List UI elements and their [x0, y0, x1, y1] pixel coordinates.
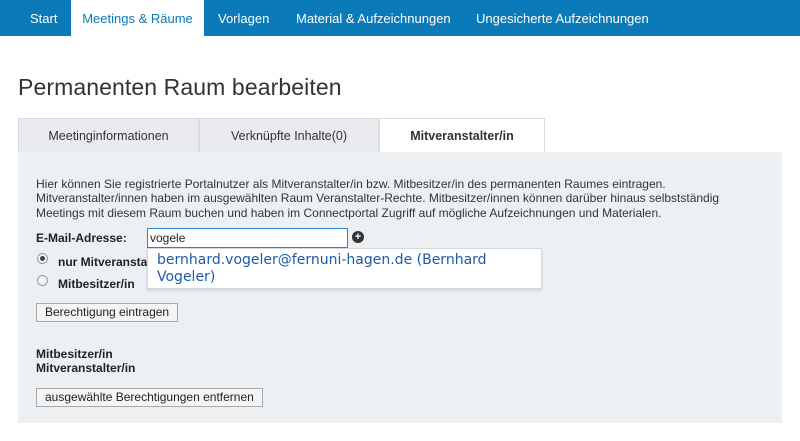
autocomplete-suggestion[interactable]: bernhard.vogeler@fernuni-hagen.de (Bernh…: [147, 248, 542, 289]
nav-item-start[interactable]: Start: [30, 0, 57, 36]
email-label: E-Mail-Adresse:: [36, 231, 127, 245]
tab-mitveranstalter[interactable]: Mitveranstalter/in: [379, 118, 545, 152]
nav-item-material-aufzeichnungen[interactable]: Material & Aufzeichnungen: [296, 0, 451, 36]
email-field[interactable]: [147, 228, 348, 248]
plus-circle-icon[interactable]: +: [352, 231, 364, 243]
page-title: Permanenten Raum bearbeiten: [18, 74, 342, 100]
nav-item-meetings-raeume[interactable]: Meetings & Räume: [71, 0, 204, 36]
tab-verknuepfte-inhalte[interactable]: Verknüpfte Inhalte(0): [199, 118, 379, 152]
remove-permissions-button[interactable]: ausgewählte Berechtigungen entfernen: [36, 388, 263, 407]
description-text: Hier können Sie registrierte Portalnutze…: [36, 177, 720, 220]
top-navigation: Start Meetings & Räume Vorlagen Material…: [0, 0, 800, 36]
nav-item-ungesicherte-aufzeichnungen[interactable]: Ungesicherte Aufzeichnungen: [476, 0, 649, 36]
cohosts-heading: Mitveranstalter/in: [36, 361, 136, 375]
owners-heading: Mitbesitzer/in: [36, 347, 113, 361]
radio-cohost[interactable]: [37, 253, 48, 264]
radio-owner[interactable]: [37, 275, 48, 286]
tab-meetinginformationen[interactable]: Meetinginformationen: [18, 118, 199, 152]
add-permission-button[interactable]: Berechtigung eintragen: [36, 303, 179, 322]
radio-cohost-label: nur Mitveranstalter/in: [58, 255, 148, 269]
radio-owner-label: Mitbesitzer/in: [58, 277, 135, 291]
nav-item-vorlagen[interactable]: Vorlagen: [218, 0, 269, 36]
